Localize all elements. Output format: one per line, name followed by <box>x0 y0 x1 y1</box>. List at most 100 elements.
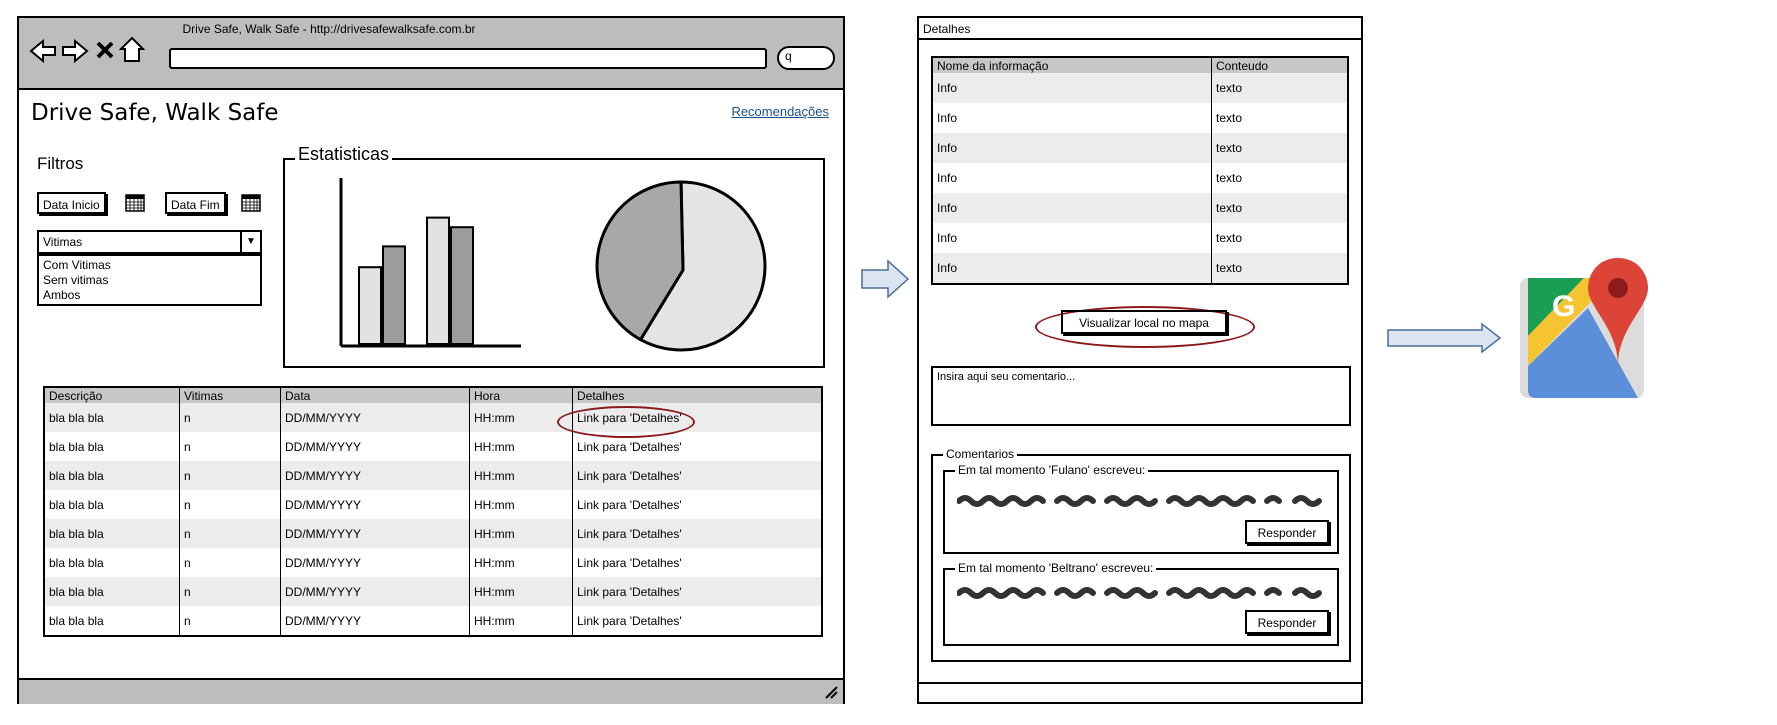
comment-item: Em tal momento 'Beltrano' escreveu: Resp… <box>943 561 1339 646</box>
filters-title: Filtros <box>37 154 84 173</box>
table-cell: bla bla bla <box>49 497 104 512</box>
svg-text:G: G <box>1552 290 1575 323</box>
table-row: Info texto <box>932 163 1348 193</box>
table-cell: DD/MM/YYYY <box>280 432 470 461</box>
calendar-icon[interactable] <box>125 192 145 212</box>
column-header: Descrição <box>44 387 180 403</box>
column-header: Conteudo <box>1211 57 1348 73</box>
table-cell: DD/MM/YYYY <box>280 548 470 577</box>
table-cell: bla bla bla <box>49 613 104 628</box>
right-arrow-icon <box>861 259 910 299</box>
table-cell: DD/MM/YYYY <box>280 403 470 432</box>
table-cell: texto <box>1211 133 1348 163</box>
details-link[interactable]: Link para 'Detalhes' <box>572 461 822 490</box>
table-row: bla bla bla n DD/MM/YYYY HH:mm Link para 'De… <box>44 519 822 548</box>
table-row: bla bla bla n DD/MM/YYYY HH:mm Link para 'De… <box>44 432 822 461</box>
bar <box>450 226 474 346</box>
table-cell: texto <box>1211 163 1348 193</box>
table-cell: bla bla bla <box>49 439 104 454</box>
table-row: Info texto <box>932 103 1348 133</box>
details-link[interactable]: Link para 'Detalhes' <box>572 519 822 548</box>
table-cell: HH:mm <box>469 403 573 432</box>
table-cell: bla bla bla <box>44 577 180 606</box>
combo-option-list: Com Vitimas Sem vitimas Ambos <box>37 254 262 306</box>
table-cell: n <box>179 519 281 548</box>
details-link[interactable]: Link para 'Detalhes' <box>572 606 822 636</box>
date-end-button[interactable]: Data Fim <box>165 192 226 214</box>
table-cell: DD/MM/YYYY <box>280 577 470 606</box>
table-cell: bla bla bla <box>44 519 180 548</box>
forward-arrow-icon[interactable] <box>61 38 89 64</box>
table-cell: Info <box>932 133 1212 163</box>
table-cell: DD/MM/YYYY <box>280 606 470 636</box>
highlight-oval <box>557 406 695 438</box>
chevron-down-icon[interactable]: ▼ <box>240 232 260 252</box>
bar <box>358 266 382 345</box>
statistics-panel: Estatisticas <box>283 144 825 368</box>
table-cell: n <box>179 432 281 461</box>
calendar-icon[interactable] <box>241 192 261 212</box>
table-cell: texto <box>1211 223 1348 253</box>
search-icon: q <box>785 49 792 63</box>
details-link[interactable]: Link para 'Detalhes' <box>572 577 822 606</box>
combo-option[interactable]: Sem vitimas <box>43 273 256 288</box>
close-icon[interactable] <box>95 40 115 60</box>
reply-button[interactable]: Responder <box>1245 610 1329 634</box>
table-cell: HH:mm <box>469 548 573 577</box>
table-row: Info texto <box>932 73 1348 103</box>
home-icon[interactable] <box>119 36 145 64</box>
table-row: bla bla bla n DD/MM/YYYY HH:mm Link para 'De… <box>44 461 822 490</box>
table-cell: HH:mm <box>469 577 573 606</box>
victims-combobox[interactable]: Vitimas ▼ <box>37 230 262 254</box>
table-cell: HH:mm <box>469 606 573 636</box>
comments-title: Comentarios <box>943 447 1018 461</box>
table-cell: texto <box>1211 103 1348 133</box>
table-cell: Info <box>937 231 958 245</box>
table-cell: Info <box>937 111 958 125</box>
table-cell: n <box>179 490 281 519</box>
column-header: Detalhes <box>572 387 822 403</box>
table-row: Info texto <box>932 223 1348 253</box>
recommendations-link[interactable]: Recomendações <box>731 104 829 119</box>
column-header: Vitimas <box>179 387 281 403</box>
combo-option[interactable]: Com Vitimas <box>43 258 256 273</box>
table-cell: HH:mm <box>469 519 573 548</box>
table-cell: texto <box>1211 193 1348 223</box>
table-cell: n <box>179 577 281 606</box>
details-header: Detalhes <box>919 18 1361 40</box>
table-cell: Info <box>932 193 1212 223</box>
comments-group: Comentarios Em tal momento 'Fulano' escr… <box>931 447 1351 662</box>
column-header: Nome da informação <box>932 57 1212 73</box>
resize-handle-icon[interactable] <box>823 684 839 700</box>
combo-option[interactable]: Ambos <box>43 288 256 303</box>
table-header-row: Nome da informação Conteudo <box>932 57 1348 73</box>
table-cell: HH:mm <box>469 490 573 519</box>
table-cell: bla bla bla <box>44 403 180 432</box>
comment-input[interactable]: Insira aqui seu comentario... <box>931 366 1351 426</box>
table-row: bla bla bla n DD/MM/YYYY HH:mm Link para 'De… <box>44 490 822 519</box>
table-cell: texto <box>1211 73 1348 103</box>
table-cell: Info <box>937 171 958 185</box>
comment-author: Em tal momento 'Beltrano' escreveu: <box>955 561 1157 575</box>
address-bar[interactable] <box>169 48 767 69</box>
comment-author: Em tal momento 'Fulano' escreveu: <box>955 463 1149 477</box>
table-cell: DD/MM/YYYY <box>280 461 470 490</box>
browser-toolbar: Drive Safe, Walk Safe - http://drivesafe… <box>19 18 843 90</box>
reply-button[interactable]: Responder <box>1245 520 1329 544</box>
comment-item: Em tal momento 'Fulano' escreveu: Respon… <box>943 463 1339 554</box>
table-cell: Info <box>932 73 1212 103</box>
back-arrow-icon[interactable] <box>29 38 57 64</box>
view-on-map-button[interactable]: Visualizar local no mapa <box>1061 310 1227 334</box>
statistics-title: Estatisticas <box>295 144 393 165</box>
details-link[interactable]: Link para 'Detalhes' <box>572 490 822 519</box>
google-maps-icon: G <box>1520 258 1648 398</box>
bar <box>382 245 406 345</box>
table-cell: n <box>179 403 281 432</box>
table-row: bla bla bla n DD/MM/YYYY HH:mm Link para 'De… <box>44 577 822 606</box>
search-input[interactable]: q <box>777 46 835 70</box>
details-link[interactable]: Link para 'Detalhes' <box>572 548 822 577</box>
bar-chart <box>339 178 521 348</box>
column-header: Data <box>280 387 470 403</box>
date-start-button[interactable]: Data Inicio <box>37 192 106 214</box>
table-cell: HH:mm <box>469 432 573 461</box>
